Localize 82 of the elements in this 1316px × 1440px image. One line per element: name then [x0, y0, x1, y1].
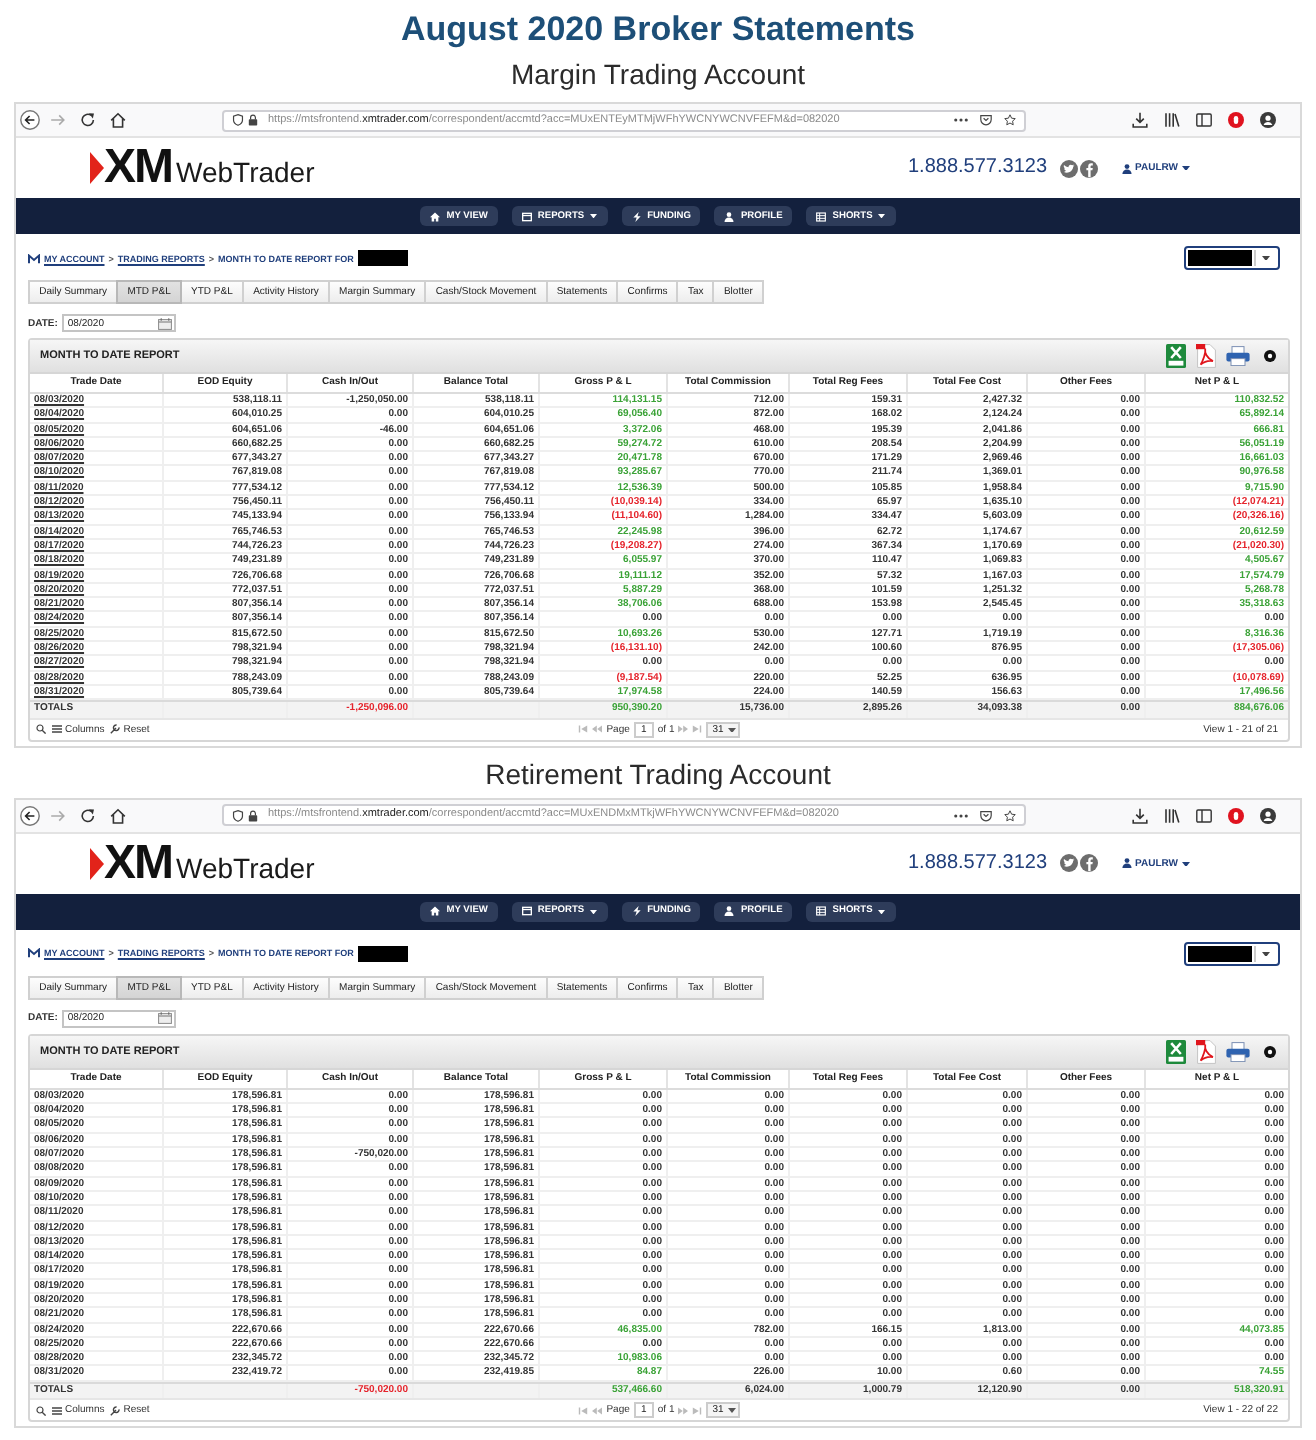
- list-icon: [52, 724, 62, 735]
- printer-icon[interactable]: [1226, 1041, 1250, 1062]
- spreadsheet-icon[interactable]: [1166, 1039, 1186, 1064]
- person-icon: [1121, 858, 1132, 869]
- caret-icon: [1262, 255, 1270, 261]
- calendar-icon[interactable]: [157, 317, 172, 329]
- reload-icon[interactable]: [80, 807, 96, 824]
- bolt-icon: [631, 906, 642, 917]
- section-title: Margin Trading Account: [510, 56, 806, 92]
- bird-icon[interactable]: [1059, 159, 1078, 177]
- download-icon[interactable]: [1132, 807, 1148, 824]
- shield-icon[interactable]: [232, 809, 244, 822]
- redaction-block: [357, 945, 408, 962]
- ring-icon[interactable]: [1264, 1045, 1276, 1058]
- caret-icon: [727, 1408, 736, 1414]
- more-icon[interactable]: [954, 813, 968, 818]
- list-icon: [52, 1405, 62, 1416]
- bolt-icon: [631, 211, 642, 221]
- back-icon[interactable]: [20, 110, 40, 130]
- table-icon: [816, 906, 827, 917]
- chevron-tile-icon[interactable]: [980, 114, 992, 126]
- caret-icon: [727, 727, 736, 733]
- page-title: August 2020 Broker Statements: [401, 10, 915, 50]
- caret-icon: [1262, 951, 1270, 957]
- logo-mark: XM: [104, 148, 172, 188]
- star-icon[interactable]: [1004, 114, 1016, 126]
- person-icon: [724, 906, 735, 917]
- disc-icon[interactable]: [1228, 112, 1244, 128]
- pdf-icon[interactable]: [1196, 344, 1216, 368]
- calendar-icon[interactable]: [157, 1012, 172, 1025]
- sidebar-icon[interactable]: [1196, 807, 1212, 824]
- lock-icon[interactable]: [248, 809, 258, 822]
- home-icon: [430, 211, 441, 221]
- logo-text: WebTrader: [176, 853, 315, 882]
- caret-icon: [1182, 861, 1190, 867]
- logo-text: WebTrader: [176, 158, 315, 186]
- caret-icon: [1182, 165, 1190, 171]
- window-icon: [521, 211, 532, 221]
- search-icon[interactable]: [36, 1405, 46, 1416]
- sidebar-icon[interactable]: [1196, 112, 1212, 128]
- wrench-icon: [110, 1405, 121, 1416]
- account-dropdown[interactable]: [1184, 246, 1280, 270]
- logo-icon: [28, 948, 40, 959]
- home-icon[interactable]: [110, 807, 126, 824]
- account-dropdown[interactable]: [1184, 941, 1280, 966]
- section-title: Retirement Trading Account: [485, 755, 831, 792]
- pdf-icon[interactable]: [1196, 1039, 1216, 1064]
- user-circle-icon[interactable]: [1260, 112, 1276, 128]
- disc-icon[interactable]: [1228, 807, 1244, 824]
- person-icon: [1121, 163, 1132, 173]
- download-icon[interactable]: [1132, 112, 1148, 128]
- reload-icon[interactable]: [80, 112, 96, 128]
- redaction-block: [357, 250, 408, 266]
- printer-icon[interactable]: [1226, 346, 1250, 366]
- lock-icon[interactable]: [248, 114, 258, 126]
- shield-icon[interactable]: [232, 114, 244, 126]
- home-icon[interactable]: [110, 112, 126, 128]
- home-icon: [430, 906, 441, 917]
- f-circle-icon[interactable]: [1079, 854, 1098, 873]
- user-circle-icon[interactable]: [1260, 807, 1276, 824]
- chevron-tile-icon[interactable]: [980, 809, 992, 822]
- person-icon: [724, 211, 735, 221]
- phone-number: 1.888.577.3123: [908, 851, 1048, 876]
- spreadsheet-icon[interactable]: [1166, 344, 1186, 368]
- books-icon[interactable]: [1164, 112, 1180, 128]
- phone-number: 1.888.577.3123: [908, 156, 1048, 180]
- logo-mark: XM: [104, 843, 172, 884]
- redaction-block: [1188, 945, 1252, 962]
- f-circle-icon[interactable]: [1079, 159, 1098, 177]
- chevron-icon: [90, 847, 104, 880]
- table-icon: [816, 211, 827, 221]
- ring-icon[interactable]: [1264, 350, 1276, 362]
- search-icon[interactable]: [36, 724, 46, 735]
- back-icon[interactable]: [20, 805, 40, 826]
- window-icon: [521, 906, 532, 917]
- books-icon[interactable]: [1164, 807, 1180, 824]
- logo-icon: [28, 253, 40, 263]
- wrench-icon: [110, 724, 121, 735]
- bird-icon[interactable]: [1059, 854, 1078, 873]
- chevron-icon: [90, 152, 104, 184]
- redaction-block: [1188, 250, 1252, 266]
- star-icon[interactable]: [1004, 809, 1016, 822]
